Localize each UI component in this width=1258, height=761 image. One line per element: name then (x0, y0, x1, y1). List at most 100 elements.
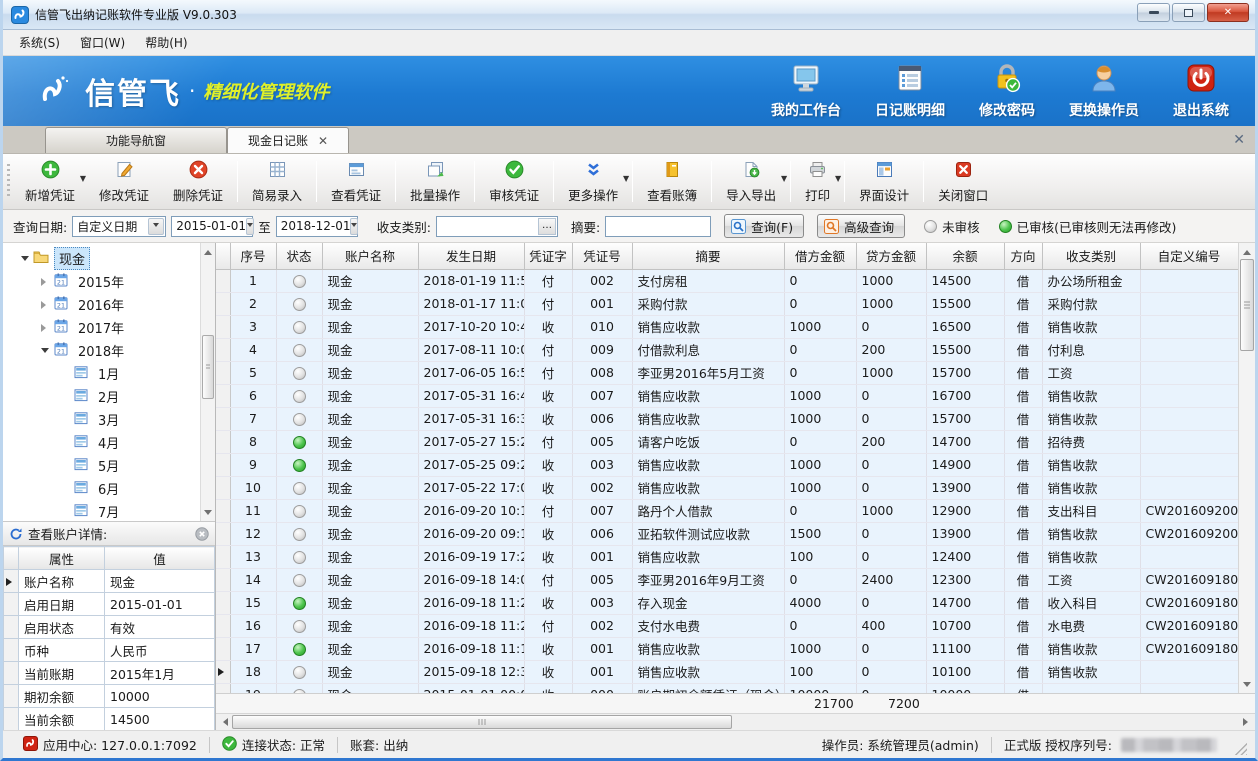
journal-row[interactable]: 14现金2016-09-18 14:09付005李亚男2016年9月工资0240… (216, 568, 1238, 591)
ellipsis-picker-icon[interactable]: … (538, 218, 556, 235)
tabstrip-close-icon[interactable]: ✕ (1233, 132, 1245, 148)
toolbar-button-print[interactable]: 打印▼ (793, 154, 842, 209)
journal-row[interactable]: 15现金2016-09-18 11:22收003存入现金4000014700借收… (216, 591, 1238, 614)
journal-col-header[interactable]: 序号 (230, 243, 276, 269)
scroll-down-icon[interactable] (1239, 679, 1255, 693)
menu-item-window[interactable]: 窗口(W) (70, 30, 135, 55)
tree-expander-icon[interactable] (39, 301, 51, 309)
restore-button[interactable] (1172, 3, 1205, 22)
resize-grip[interactable] (1235, 743, 1247, 755)
details-row[interactable]: 启用日期2015-01-01 (4, 593, 215, 616)
toolbar-button-import-export[interactable]: 导入导出▼ (714, 154, 788, 209)
journal-col-header[interactable]: 自定义编号 (1140, 243, 1238, 269)
scroll-up-icon[interactable] (201, 243, 215, 257)
journal-row[interactable]: 16现金2016-09-18 11:20付002支付水电费040010700借水… (216, 614, 1238, 637)
chevron-down-icon[interactable]: ▼ (623, 174, 629, 183)
chevron-down-icon[interactable]: ▼ (80, 174, 86, 183)
scroll-right-icon[interactable] (1240, 714, 1255, 730)
tree-node[interactable]: 4月 (3, 431, 200, 454)
journal-row[interactable]: 18现金2015-09-18 12:33收001销售应收款100010100借销… (216, 660, 1238, 683)
banner-action-exit-system[interactable]: 退出系统 (1173, 62, 1229, 120)
chevron-down-icon[interactable] (148, 218, 164, 235)
chevron-down-icon[interactable] (246, 218, 254, 235)
date-to-select[interactable]: 2018-12-01 (276, 216, 358, 237)
tree-node[interactable]: 2月 (3, 385, 200, 408)
close-button[interactable]: ✕ (1207, 3, 1249, 22)
journal-row[interactable]: 9现金2017-05-25 09:20收003销售应收款1000014900借销… (216, 453, 1238, 476)
journal-row[interactable]: 13现金2016-09-19 17:22收001销售应收款100012400借销… (216, 545, 1238, 568)
tree-node[interactable]: 3月 (3, 408, 200, 431)
tab-cash-journal[interactable]: 现金日记账✕ (227, 127, 349, 153)
category-input[interactable] (437, 218, 538, 235)
journal-vscrollbar-thumb[interactable] (1240, 259, 1254, 351)
toolbar-button-view-ledger[interactable]: 查看账簿 (635, 154, 709, 209)
tree-node[interactable]: 212016年 (3, 293, 200, 316)
details-row[interactable]: 期初余额10000 (4, 685, 215, 708)
details-row[interactable]: 币种人民币 (4, 639, 215, 662)
date-from-select[interactable]: 2015-01-01 (171, 216, 253, 237)
tree-scrollbar[interactable] (200, 243, 215, 521)
scroll-left-icon[interactable] (216, 714, 231, 730)
toolbar-button-more-operations[interactable]: 更多操作▼ (556, 154, 630, 209)
chevron-down-icon[interactable] (350, 218, 358, 235)
journal-col-header[interactable]: 借方金额 (784, 243, 856, 269)
journal-col-header[interactable]: 摘要 (632, 243, 784, 269)
journal-col-header[interactable]: 收支类别 (1042, 243, 1140, 269)
tree-node[interactable]: 212017年 (3, 316, 200, 339)
tree-node[interactable]: 212015年 (3, 270, 200, 293)
toolbar-button-edit-voucher[interactable]: 修改凭证 (87, 154, 161, 209)
journal-hscrollbar-thumb[interactable] (232, 715, 732, 729)
journal-vscrollbar[interactable] (1238, 243, 1255, 693)
journal-col-header[interactable]: 发生日期 (418, 243, 524, 269)
tree-node[interactable]: 5月 (3, 454, 200, 477)
scroll-down-icon[interactable] (201, 507, 215, 521)
tree-node[interactable]: 7月 (3, 500, 200, 521)
journal-row[interactable]: 8现金2017-05-27 15:24付005请客户吃饭020014700借招待… (216, 430, 1238, 453)
tree-expander-icon[interactable] (39, 344, 51, 357)
details-row[interactable]: 当前账期2015年1月 (4, 662, 215, 685)
banner-action-change-password[interactable]: 修改密码 (979, 62, 1035, 120)
journal-row[interactable]: 7现金2017-05-31 16:34收006销售应收款1000015700借销… (216, 407, 1238, 430)
menu-item-system[interactable]: 系统(S) (9, 30, 70, 55)
refresh-icon[interactable] (9, 527, 23, 541)
journal-row[interactable]: 3现金2017-10-20 10:46收010销售应收款1000016500借销… (216, 315, 1238, 338)
journal-col-header[interactable]: 账户名称 (322, 243, 418, 269)
journal-hscrollbar[interactable] (216, 713, 1255, 730)
summary-input[interactable] (606, 218, 710, 235)
journal-row[interactable]: 1现金2018-01-19 11:50付002支付房租0100014500借办公… (216, 269, 1238, 292)
toolbar-button-ui-design[interactable]: 界面设计 (847, 154, 921, 209)
journal-row[interactable]: 11现金2016-09-20 10:10付007路丹个人借款0100012900… (216, 499, 1238, 522)
journal-col-header[interactable]: 余额 (926, 243, 1004, 269)
toolbar-button-audit-voucher[interactable]: 审核凭证 (477, 154, 551, 209)
tree-node[interactable]: 212018年 (3, 339, 200, 362)
toolbar-button-add-voucher[interactable]: 新增凭证▼ (13, 154, 87, 209)
tab-close-icon[interactable]: ✕ (318, 134, 328, 148)
details-row[interactable]: 账户名称现金 (4, 570, 215, 593)
chevron-down-icon[interactable]: ▼ (781, 174, 787, 183)
advanced-query-button[interactable]: 高级查询 (817, 214, 905, 238)
journal-row[interactable]: 6现金2017-05-31 16:42收007销售应收款1000016700借销… (216, 384, 1238, 407)
tree-expander-icon[interactable] (39, 324, 51, 332)
tab-nav-window[interactable]: 功能导航窗 (45, 127, 227, 153)
journal-row[interactable]: 19现金2015-01-01 00:00收000账户期初余额凭证（现金）1000… (216, 683, 1238, 693)
journal-row[interactable]: 5现金2017-06-05 16:57付008李亚男2016年5月工资01000… (216, 361, 1238, 384)
journal-row[interactable]: 12现金2016-09-20 09:11收006亚拓软件测试应收款1500013… (216, 522, 1238, 545)
journal-col-header[interactable]: 贷方金额 (856, 243, 926, 269)
tree-node[interactable]: 1月 (3, 362, 200, 385)
journal-col-header[interactable]: 状态 (276, 243, 322, 269)
banner-action-switch-operator[interactable]: 更换操作员 (1069, 62, 1139, 120)
journal-col-header[interactable]: 凭证号 (572, 243, 632, 269)
banner-action-my-workbench[interactable]: 我的工作台 (771, 62, 841, 120)
details-row[interactable]: 当前余额14500 (4, 708, 215, 731)
journal-row[interactable]: 2现金2018-01-17 11:04付001采购付款0100015500借采购… (216, 292, 1238, 315)
toolbar-button-easy-entry[interactable]: 简易录入 (240, 154, 314, 209)
tree-scrollbar-thumb[interactable] (202, 335, 214, 399)
journal-row[interactable]: 4现金2017-08-11 10:09付009付借款利息020015500借付利… (216, 338, 1238, 361)
menu-item-help[interactable]: 帮助(H) (135, 30, 197, 55)
banner-action-journal-detail[interactable]: 日记账明细 (875, 62, 945, 120)
date-mode-select[interactable]: 自定义日期 (72, 216, 166, 237)
tree-expander-icon[interactable] (39, 278, 51, 286)
toolbar-button-view-voucher[interactable]: 查看凭证 (319, 154, 393, 209)
scroll-up-icon[interactable] (1239, 243, 1255, 257)
tree-node[interactable]: 现金 (3, 247, 200, 270)
